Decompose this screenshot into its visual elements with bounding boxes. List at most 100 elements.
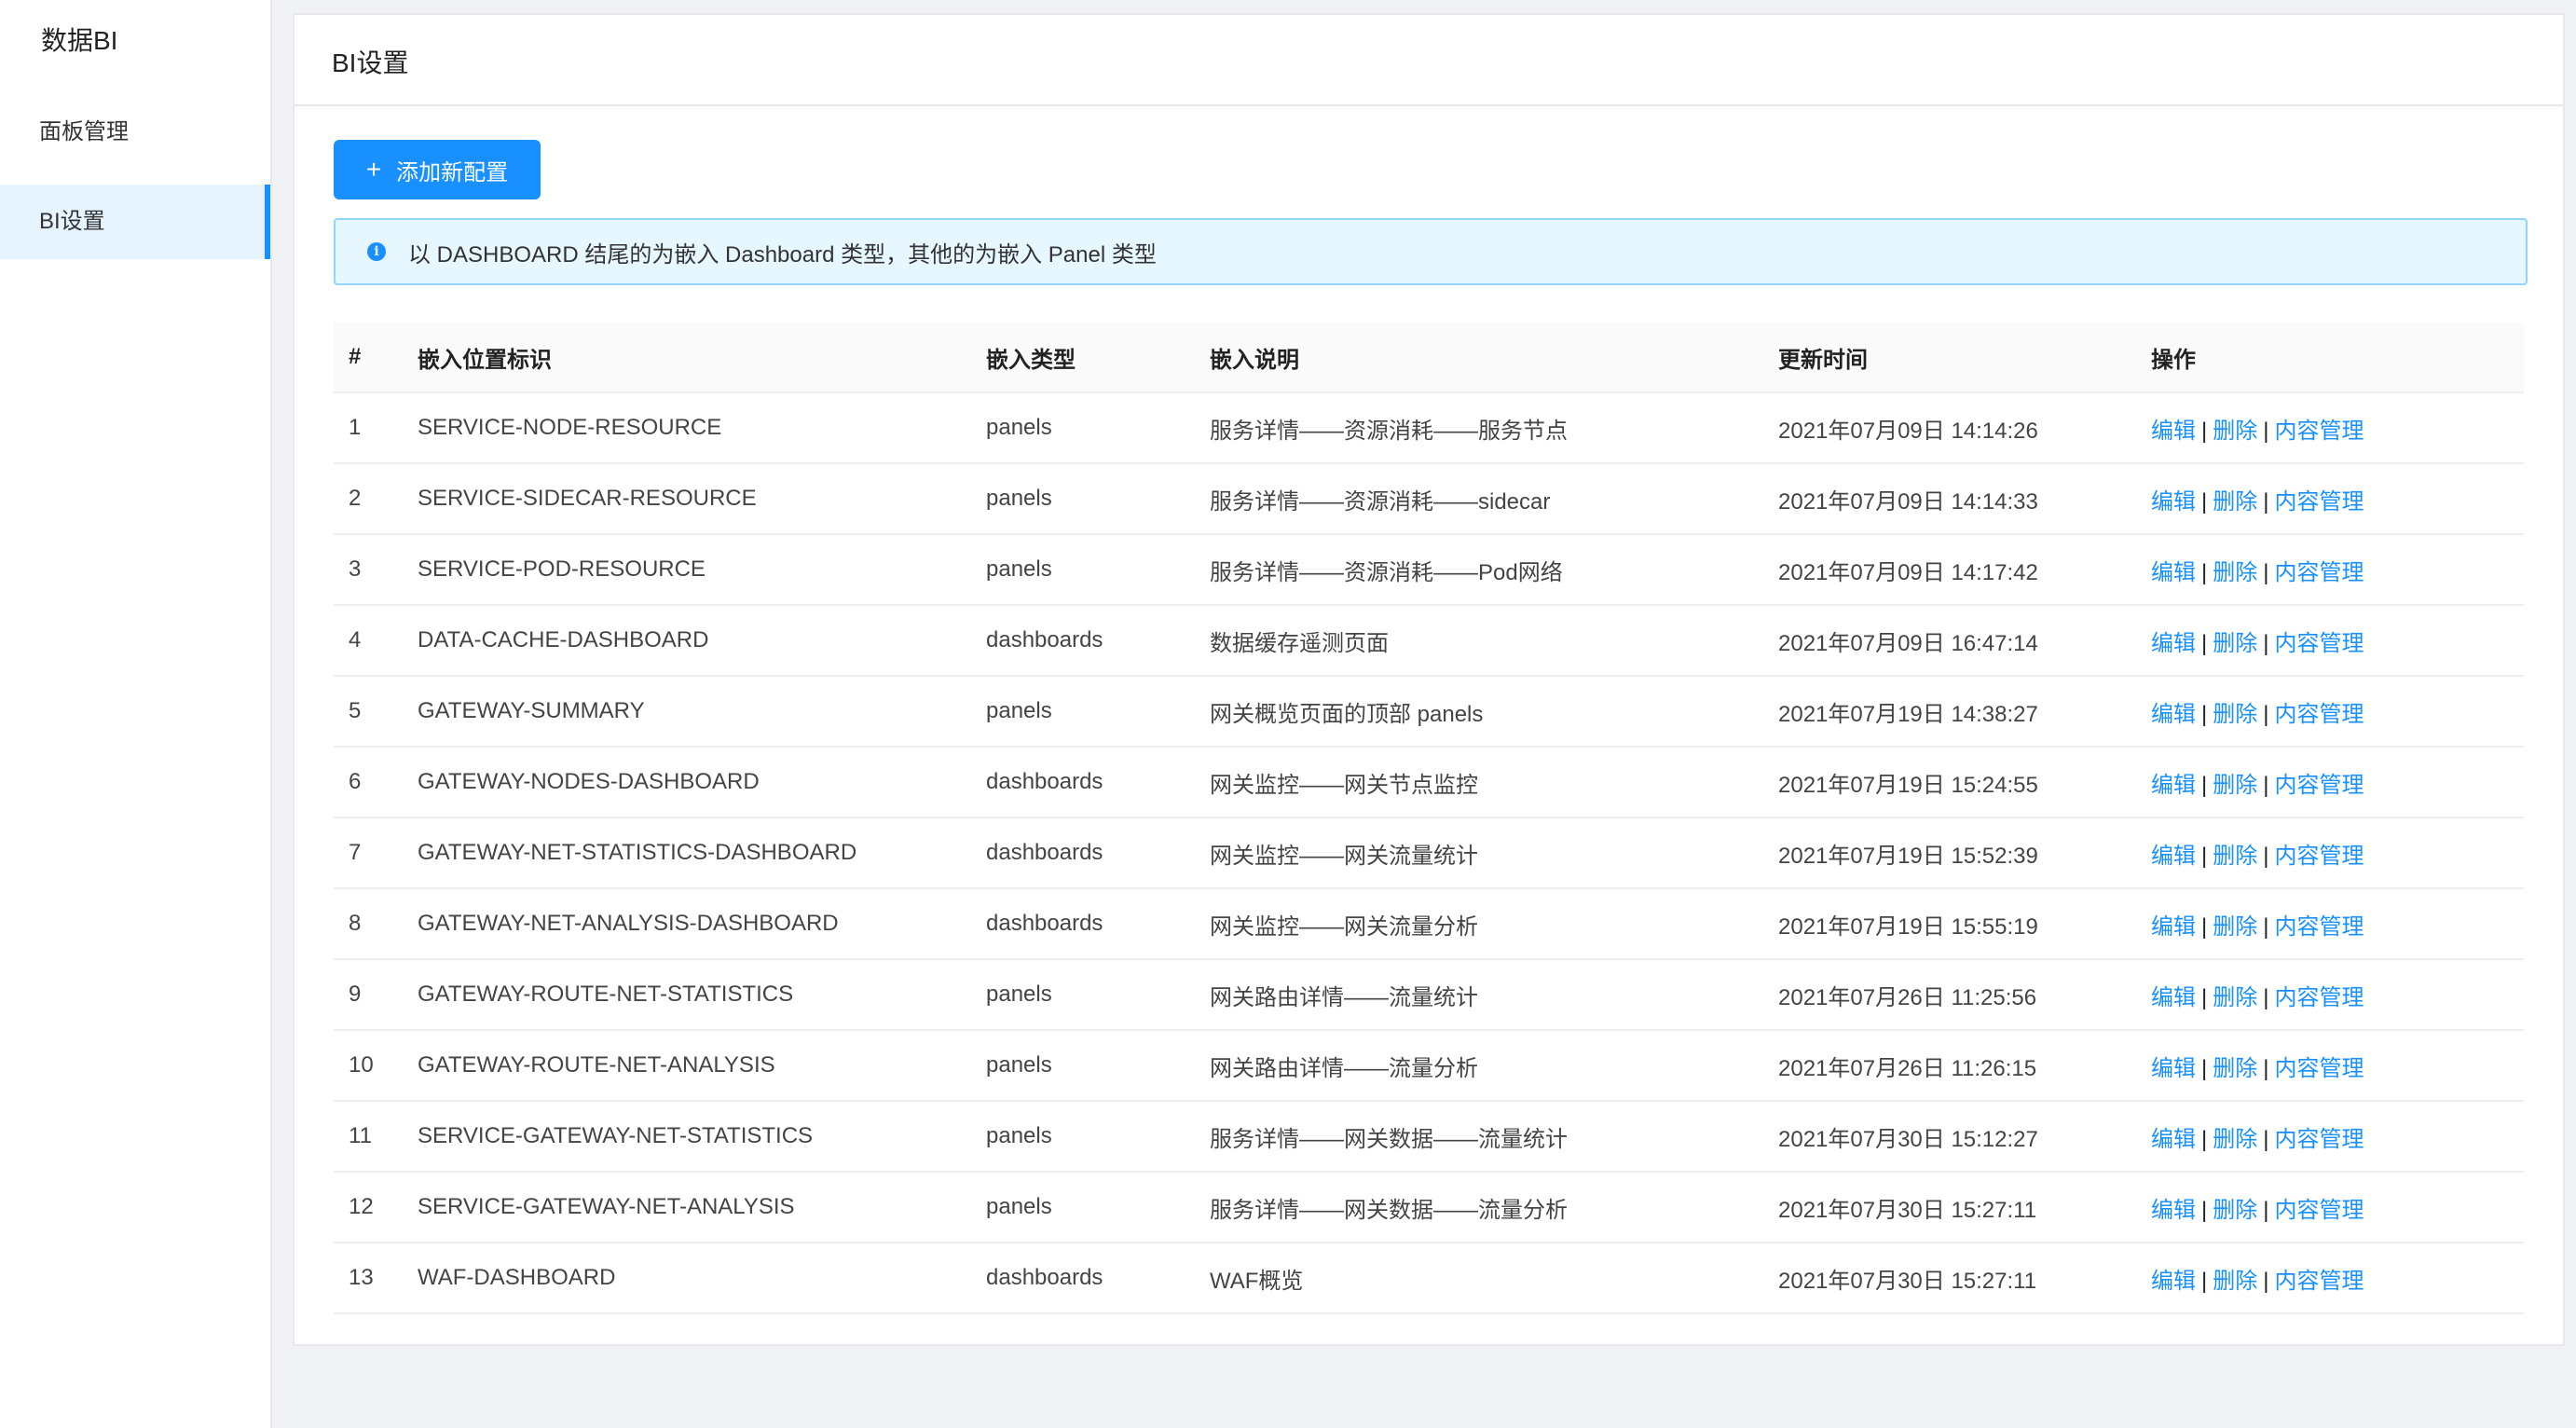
row-time: 2021年07月19日 15:24:55 — [1778, 747, 2151, 818]
action-separator: | — [2201, 1126, 2208, 1152]
row-desc: 数据缓存遥测页面 — [1210, 605, 1778, 677]
edit-link[interactable]: 编辑 — [2151, 844, 2196, 869]
row-num: 1 — [334, 392, 418, 464]
row-type: dashboards — [986, 817, 1210, 889]
add-config-button[interactable]: + 添加新配置 — [334, 140, 541, 199]
edit-link[interactable]: 编辑 — [2151, 631, 2196, 656]
config-table: # 嵌入位置标识 嵌入类型 嵌入说明 更新时间 操作 1 SERVICE-NODE… — [334, 323, 2524, 1314]
action-separator: | — [2263, 701, 2269, 727]
row-time: 2021年07月30日 15:27:11 — [1778, 1172, 2151, 1243]
delete-link[interactable]: 删除 — [2213, 985, 2257, 1010]
content-management-link[interactable]: 内容管理 — [2274, 702, 2364, 727]
edit-link[interactable]: 编辑 — [2151, 1056, 2196, 1081]
delete-link[interactable]: 删除 — [2213, 1127, 2257, 1152]
table-row: 4 DATA-CACHE-DASHBOARD dashboards 数据缓存遥测页面 2… — [334, 605, 2524, 677]
row-time: 2021年07月09日 14:17:42 — [1778, 534, 2151, 606]
delete-link[interactable]: 删除 — [2213, 631, 2257, 656]
row-type: dashboards — [986, 888, 1210, 960]
sidebar-item-bi-settings[interactable]: BI设置 — [0, 185, 270, 259]
edit-link[interactable]: 编辑 — [2151, 985, 2196, 1010]
content-management-link[interactable]: 内容管理 — [2274, 1127, 2364, 1152]
edit-link[interactable]: 编辑 — [2151, 702, 2196, 727]
row-num: 13 — [334, 1243, 418, 1314]
edit-link[interactable]: 编辑 — [2151, 914, 2196, 940]
main-card: BI设置 + 添加新配置 i 以 DASHBOARD 结尾的为嵌入 Dashbo… — [293, 13, 2565, 1346]
sidebar-item-label: 面板管理 — [39, 119, 129, 144]
sidebar: 数据BI 面板管理 BI设置 — [0, 0, 272, 1428]
row-actions: 编辑 | 删除 | 内容管理 — [2151, 605, 2524, 677]
row-time: 2021年07月09日 16:47:14 — [1778, 605, 2151, 677]
row-desc: WAF概览 — [1210, 1243, 1778, 1314]
row-num: 12 — [334, 1172, 418, 1243]
action-separator: | — [2201, 1197, 2208, 1223]
content-management-link[interactable]: 内容管理 — [2274, 1269, 2364, 1294]
row-id: SERVICE-SIDECAR-RESOURCE — [418, 463, 986, 535]
content-management-link[interactable]: 内容管理 — [2274, 914, 2364, 940]
row-id: GATEWAY-ROUTE-NET-STATISTICS — [418, 959, 986, 1031]
content-management-link[interactable]: 内容管理 — [2274, 419, 2364, 444]
action-separator: | — [2263, 1126, 2269, 1152]
content-management-link[interactable]: 内容管理 — [2274, 631, 2364, 656]
delete-link[interactable]: 删除 — [2213, 489, 2257, 515]
content-management-link[interactable]: 内容管理 — [2274, 489, 2364, 515]
row-num: 5 — [334, 676, 418, 748]
delete-link[interactable]: 删除 — [2213, 773, 2257, 798]
action-separator: | — [2263, 630, 2269, 656]
row-type: panels — [986, 392, 1210, 464]
content-management-link[interactable]: 内容管理 — [2274, 985, 2364, 1010]
row-type: panels — [986, 534, 1210, 606]
page-title: BI设置 — [332, 48, 409, 77]
content-management-link[interactable]: 内容管理 — [2274, 844, 2364, 869]
row-num: 7 — [334, 817, 418, 889]
edit-link[interactable]: 编辑 — [2151, 1269, 2196, 1294]
content-management-link[interactable]: 内容管理 — [2274, 560, 2364, 585]
action-separator: | — [2201, 772, 2208, 798]
delete-link[interactable]: 删除 — [2213, 1198, 2257, 1223]
edit-link[interactable]: 编辑 — [2151, 560, 2196, 585]
delete-link[interactable]: 删除 — [2213, 844, 2257, 869]
table-row: 3 SERVICE-POD-RESOURCE panels 服务详情——资源消耗——P… — [334, 534, 2524, 606]
action-separator: | — [2201, 630, 2208, 656]
edit-link[interactable]: 编辑 — [2151, 1198, 2196, 1223]
row-actions: 编辑 | 删除 | 内容管理 — [2151, 676, 2524, 748]
edit-link[interactable]: 编辑 — [2151, 773, 2196, 798]
header-desc: 嵌入说明 — [1210, 323, 1778, 393]
content-management-link[interactable]: 内容管理 — [2274, 1056, 2364, 1081]
delete-link[interactable]: 删除 — [2213, 419, 2257, 444]
action-separator: | — [2201, 1268, 2208, 1294]
edit-link[interactable]: 编辑 — [2151, 489, 2196, 515]
row-actions: 编辑 | 删除 | 内容管理 — [2151, 392, 2524, 464]
row-time: 2021年07月19日 15:55:19 — [1778, 888, 2151, 960]
action-separator: | — [2263, 984, 2269, 1010]
row-actions: 编辑 | 删除 | 内容管理 — [2151, 817, 2524, 889]
row-num: 9 — [334, 959, 418, 1031]
row-time: 2021年07月09日 14:14:33 — [1778, 463, 2151, 535]
row-time: 2021年07月26日 11:26:15 — [1778, 1030, 2151, 1102]
row-desc: 网关监控——网关流量分析 — [1210, 888, 1778, 960]
row-type: panels — [986, 1030, 1210, 1102]
edit-link[interactable]: 编辑 — [2151, 1127, 2196, 1152]
row-desc: 服务详情——资源消耗——服务节点 — [1210, 392, 1778, 464]
row-type: panels — [986, 959, 1210, 1031]
row-type: panels — [986, 676, 1210, 748]
row-id: SERVICE-GATEWAY-NET-STATISTICS — [418, 1101, 986, 1173]
row-actions: 编辑 | 删除 | 内容管理 — [2151, 1101, 2524, 1173]
table-row: 2 SERVICE-SIDECAR-RESOURCE panels 服务详情——资源消… — [334, 463, 2524, 535]
sidebar-item-panel-management[interactable]: 面板管理 — [0, 95, 270, 170]
delete-link[interactable]: 删除 — [2213, 1056, 2257, 1081]
header-type: 嵌入类型 — [986, 323, 1210, 393]
row-num: 10 — [334, 1030, 418, 1102]
table-row: 6 GATEWAY-NODES-DASHBOARD dashboards 网关监控——… — [334, 747, 2524, 818]
action-separator: | — [2263, 843, 2269, 869]
edit-link[interactable]: 编辑 — [2151, 419, 2196, 444]
content-management-link[interactable]: 内容管理 — [2274, 1198, 2364, 1223]
content-management-link[interactable]: 内容管理 — [2274, 773, 2364, 798]
table-row: 12 SERVICE-GATEWAY-NET-ANALYSIS panels 服务详情… — [334, 1172, 2524, 1243]
action-separator: | — [2201, 418, 2208, 444]
plus-icon: + — [365, 155, 382, 184]
delete-link[interactable]: 删除 — [2213, 702, 2257, 727]
delete-link[interactable]: 删除 — [2213, 1269, 2257, 1294]
delete-link[interactable]: 删除 — [2213, 914, 2257, 940]
row-desc: 网关路由详情——流量统计 — [1210, 959, 1778, 1031]
delete-link[interactable]: 删除 — [2213, 560, 2257, 585]
